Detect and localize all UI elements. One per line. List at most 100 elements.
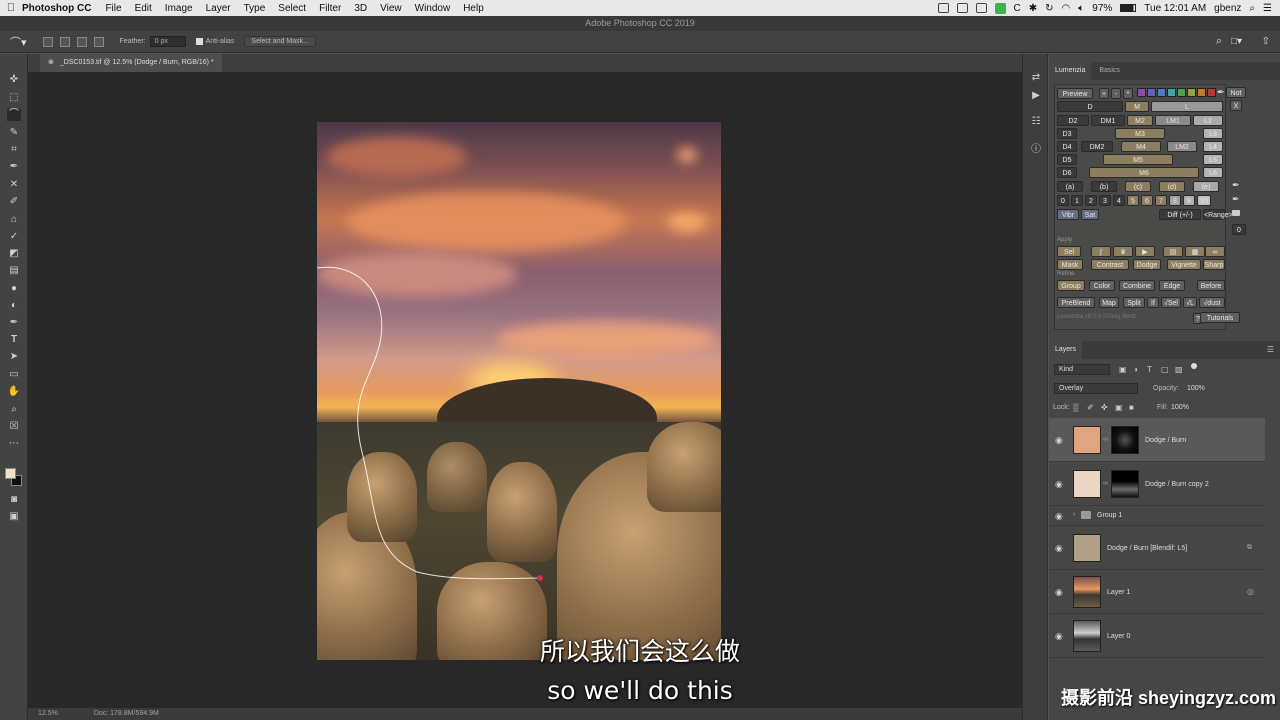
- battery-percent[interactable]: 97%: [1092, 3, 1112, 14]
- menu-filter[interactable]: Filter: [319, 3, 341, 14]
- close-icon[interactable]: ⊗: [48, 59, 54, 66]
- dodge-tool-icon[interactable]: ◐: [7, 300, 21, 312]
- filter-smart-icon[interactable]: ▧: [1175, 365, 1183, 374]
- swatch-cyan[interactable]: [1167, 88, 1176, 97]
- zone-d3[interactable]: D3: [1057, 128, 1077, 139]
- clock[interactable]: Tue 12:01 AM: [1144, 3, 1206, 14]
- creative-cloud-icon[interactable]: C: [1014, 3, 1021, 14]
- notification-center-icon[interactable]: ☰: [1263, 3, 1272, 14]
- visibility-eye-icon[interactable]: ◉: [1055, 588, 1065, 597]
- menu-image[interactable]: Image: [165, 3, 193, 14]
- zone-l4[interactable]: L4: [1203, 141, 1223, 152]
- new-selection-icon[interactable]: [42, 36, 53, 47]
- zone-d-letter[interactable]: (d): [1159, 181, 1185, 192]
- preview-dropdown[interactable]: Preview: [1057, 88, 1093, 99]
- zone-d6[interactable]: D6: [1057, 167, 1077, 178]
- share-icon[interactable]: ⇧: [1262, 36, 1270, 47]
- map-button[interactable]: Map: [1099, 297, 1119, 308]
- zone-8[interactable]: 8: [1169, 195, 1181, 206]
- link-chain-icon[interactable]: ∞: [1103, 436, 1108, 443]
- spotlight-icon[interactable]: ⌕: [1249, 3, 1255, 14]
- actions-panel-icon[interactable]: ▶: [1030, 90, 1042, 102]
- zone-l3[interactable]: L3: [1203, 128, 1223, 139]
- zone-dm1[interactable]: DM1: [1091, 115, 1125, 126]
- zoom-level[interactable]: 12.5%: [38, 710, 58, 717]
- combine-button[interactable]: Combine: [1119, 280, 1155, 291]
- menu-3d[interactable]: 3D: [354, 3, 367, 14]
- zone-3[interactable]: 3: [1099, 195, 1111, 206]
- move-tool-icon[interactable]: ✜: [7, 74, 21, 86]
- healing-brush-tool-icon[interactable]: ✕: [7, 179, 21, 191]
- frame-tool-icon[interactable]: ☒: [7, 421, 21, 433]
- zone-m3[interactable]: M3: [1115, 128, 1165, 139]
- layer-name[interactable]: Dodge / Burn: [1145, 437, 1186, 444]
- zone-lm2[interactable]: LM2: [1167, 141, 1197, 152]
- check-sel-button[interactable]: √Sel: [1161, 297, 1181, 308]
- eyedropper-icon-2[interactable]: ✒: [1232, 180, 1240, 191]
- minus-button[interactable]: -: [1111, 88, 1121, 99]
- zone-d5[interactable]: D5: [1057, 154, 1077, 165]
- zone-m6[interactable]: M6: [1089, 167, 1199, 178]
- visibility-eye-icon[interactable]: ◉: [1055, 512, 1065, 521]
- quick-select-tool-icon[interactable]: ✎: [7, 127, 21, 139]
- play-icon-button[interactable]: ▶: [1135, 246, 1155, 257]
- adjustments-panel-icon[interactable]: ☷: [1030, 116, 1042, 128]
- zone-l2[interactable]: L2: [1193, 115, 1223, 126]
- menu-select[interactable]: Select: [278, 3, 306, 14]
- type-tool-icon[interactable]: T: [7, 334, 21, 346]
- before-button[interactable]: Before: [1197, 280, 1225, 291]
- zone-dm2[interactable]: DM2: [1081, 141, 1113, 152]
- hand-tool-icon[interactable]: ✋: [7, 386, 21, 398]
- curves-icon-button[interactable]: ∫: [1091, 246, 1111, 257]
- feather-input[interactable]: 0 px: [149, 36, 186, 47]
- vibr-button[interactable]: Vibr: [1057, 209, 1079, 220]
- zone-4[interactable]: 4: [1113, 195, 1125, 206]
- sharp-button[interactable]: Sharp: [1203, 259, 1225, 270]
- swatch-indigo[interactable]: [1147, 88, 1156, 97]
- antialias-checkbox[interactable]: [195, 38, 203, 45]
- preblend-button[interactable]: PreBlend: [1057, 297, 1095, 308]
- layer-row[interactable]: ◉ Layer 1 ◎: [1049, 570, 1265, 614]
- if-button[interactable]: If: [1147, 297, 1159, 308]
- canvas-area[interactable]: [28, 72, 1022, 708]
- clone-stamp-tool-icon[interactable]: ⌂: [7, 214, 21, 226]
- photo-image[interactable]: [317, 122, 721, 660]
- menu-layer[interactable]: Layer: [206, 3, 231, 14]
- edge-button[interactable]: Edge: [1159, 280, 1185, 291]
- opacity-value[interactable]: 100%: [1187, 385, 1205, 392]
- eyedropper-tool-icon[interactable]: ✒: [7, 161, 21, 173]
- blur-tool-icon[interactable]: ●: [7, 283, 21, 295]
- menu-view[interactable]: View: [380, 3, 402, 14]
- zone-1[interactable]: 1: [1071, 195, 1083, 206]
- group-name[interactable]: Group 1: [1097, 512, 1122, 519]
- history-panel-icon[interactable]: ⇄: [1030, 72, 1042, 84]
- search-icon[interactable]: ⌕: [1216, 35, 1222, 48]
- swatch-green[interactable]: [1177, 88, 1186, 97]
- swatch-blue[interactable]: [1157, 88, 1166, 97]
- zone-m2[interactable]: M2: [1127, 115, 1153, 126]
- layer-row[interactable]: ◉ Dodge / Burn [Blendif: L5] ⧉: [1049, 526, 1265, 570]
- layer-name[interactable]: Layer 1: [1107, 589, 1130, 596]
- zone-m4[interactable]: M4: [1121, 141, 1161, 152]
- grid-icon-button[interactable]: ▦: [1185, 246, 1205, 257]
- zone-d4[interactable]: D4: [1057, 141, 1077, 152]
- lock-all-icon[interactable]: ■: [1129, 403, 1134, 412]
- display-icon[interactable]: [937, 3, 949, 13]
- zone-l[interactable]: L: [1151, 101, 1223, 112]
- zero-field[interactable]: 0: [1232, 224, 1246, 235]
- lasso-tool-icon[interactable]: ⌒: [7, 109, 21, 121]
- contrast-button[interactable]: Contrast: [1091, 259, 1129, 270]
- history-brush-tool-icon[interactable]: ✓: [7, 231, 21, 243]
- tab-layers[interactable]: Layers: [1049, 341, 1083, 359]
- filter-type-icon[interactable]: T: [1147, 365, 1152, 374]
- crown-icon-button[interactable]: ♛: [1113, 246, 1133, 257]
- dodge-button[interactable]: Dodge: [1133, 259, 1161, 270]
- diff-button[interactable]: Diff (+/-): [1159, 209, 1201, 220]
- foreground-color-swatch[interactable]: [5, 468, 16, 479]
- check-l-button[interactable]: √L: [1183, 297, 1197, 308]
- wifi-icon[interactable]: ◠: [1062, 3, 1071, 14]
- swatch-olive[interactable]: [1187, 88, 1196, 97]
- menu-window[interactable]: Window: [415, 3, 451, 14]
- filter-shape-icon[interactable]: ▢: [1161, 365, 1169, 374]
- zone-5[interactable]: 5: [1127, 195, 1139, 206]
